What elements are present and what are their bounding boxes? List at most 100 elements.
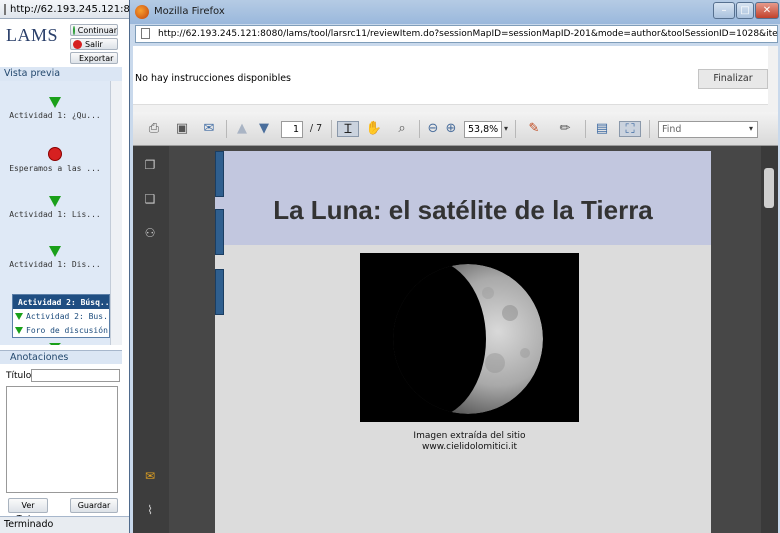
zoom-in-icon[interactable]: ⊕: [443, 121, 459, 137]
lams-url-text: http://62.193.245.121:808: [10, 3, 140, 15]
page-total: / 7: [309, 123, 323, 134]
fit-page-icon[interactable]: ⛶: [619, 121, 641, 137]
activity-arrow-icon: [15, 312, 23, 320]
popup-item[interactable]: Foro de discusión: [13, 323, 109, 337]
find-input[interactable]: Find: [658, 121, 758, 138]
sequence-activity-1[interactable]: Actividad 1: ¿Qu...: [0, 97, 110, 120]
activity-popup: Actividad 2: Búsq... Actividad 2: Bus...…: [12, 294, 110, 338]
zoom-level-input[interactable]: 53,8%: [464, 121, 502, 138]
pdf-toolbar: ⎙ ▣ ✉ ▲ ▼ 1 / 7 Ɪ ✋ ⌕ ⊖ ⊕ 53,8% ▾ ✎ ✏ ▤ …: [133, 112, 778, 146]
slide-title: La Luna: el satélite de la Tierra: [273, 195, 653, 225]
lams-address-bar[interactable]: http://62.193.245.121:808: [0, 0, 140, 19]
lams-window: http://62.193.245.121:808 LAMS Continuar…: [0, 0, 140, 533]
finish-button[interactable]: Finalizar: [698, 69, 768, 89]
sign-icon[interactable]: ✎: [523, 121, 545, 137]
moon-illustration: [360, 253, 579, 422]
paperclip-icon[interactable]: ⌇: [143, 503, 157, 517]
print-icon[interactable]: ⎙: [145, 121, 163, 137]
notes-header: Anotaciones: [0, 350, 122, 364]
continue-button[interactable]: Continuar: [70, 24, 118, 36]
pdf-side-panel: ❐ ❑ ⚇ ✉ ⌇: [133, 146, 169, 533]
email-icon[interactable]: ✉: [199, 121, 219, 137]
select-text-icon[interactable]: Ɪ: [337, 121, 359, 137]
exit-button[interactable]: Salir: [70, 38, 118, 50]
title-bar: Mozilla Firefox – □ ✕: [130, 0, 780, 24]
popup-item-label: Actividad 2: Bus...: [26, 311, 109, 321]
image-caption: Imagen extraída del sitio www.cielidolom…: [360, 431, 579, 453]
popup-item-label: Actividad 2: Búsq...: [18, 297, 109, 307]
find-dropdown-icon[interactable]: ▾: [746, 121, 756, 137]
minimize-button[interactable]: –: [713, 2, 735, 19]
popup-item-label: Foro de discusión: [26, 325, 108, 335]
sequence-activity-label: Actividad 1: ¿Qu...: [9, 111, 101, 120]
hand-tool-icon[interactable]: ✋: [365, 121, 383, 137]
caption-source-link: www.cielidolomitici.it: [422, 442, 517, 452]
attachments-panel-icon[interactable]: ⚇: [143, 226, 157, 240]
save-icon[interactable]: ▣: [173, 121, 191, 137]
address-bar[interactable]: http://62.193.245.121:8080/lams/tool/lar…: [135, 25, 778, 43]
exit-icon: [73, 39, 82, 49]
export-button[interactable]: Exportar: [70, 52, 118, 64]
pdf-page: La Luna: el satélite de la Tierra Imagen…: [215, 151, 711, 533]
sequence-scrollbar[interactable]: [110, 81, 122, 345]
slide-decoration: [215, 151, 224, 197]
scrollbar-thumb[interactable]: [764, 168, 774, 208]
popup-item[interactable]: Actividad 2: Bus...: [13, 309, 109, 323]
comments-icon[interactable]: ✉: [143, 469, 157, 483]
exit-label: Salir: [85, 39, 103, 49]
activity-arrow-icon: [49, 246, 61, 257]
zoom-out-icon[interactable]: ⊖: [425, 121, 441, 137]
pages-panel-icon[interactable]: ❐: [143, 158, 157, 172]
activity-arrow-icon: [49, 343, 61, 345]
address-url: http://62.193.245.121:8080/lams/tool/lar…: [158, 29, 778, 39]
sequence-activity-label: Actividad 1: Lis...: [9, 210, 101, 219]
page-icon: [141, 28, 150, 39]
fit-width-icon[interactable]: ▤: [593, 121, 611, 137]
toolbar-separator: [515, 120, 516, 138]
page-icon: [4, 3, 6, 15]
activity-arrow-icon: [49, 196, 61, 207]
firefox-logo-icon: [135, 5, 149, 19]
firefox-window: Mozilla Firefox – □ ✕ http://62.193.245.…: [129, 0, 780, 533]
vertical-scrollbar[interactable]: [768, 46, 778, 112]
next-page-icon[interactable]: ▼: [255, 121, 273, 137]
browser-content: No hay instrucciones disponibles Finaliz…: [133, 46, 778, 533]
notes-title-label: Título: [6, 371, 32, 381]
sequence-activity-label: Esperamos a las ...: [9, 164, 101, 173]
close-button[interactable]: ✕: [755, 2, 779, 19]
sequence-activity-3[interactable]: Actividad 1: Dis...: [0, 246, 110, 269]
popup-item-selected[interactable]: Actividad 2: Búsq...: [13, 295, 109, 309]
sequence-stop-point[interactable]: Esperamos a las ...: [0, 147, 110, 173]
window-title: Mozilla Firefox: [154, 6, 225, 17]
moon-image: [360, 253, 579, 422]
view-all-button[interactable]: Ver Todos: [8, 498, 48, 523]
status-bar: Terminado: [0, 516, 139, 533]
page-number-input[interactable]: 1: [281, 121, 303, 138]
pdf-scrollbar[interactable]: [761, 146, 778, 533]
slide-decoration: [215, 269, 224, 315]
notes-title-input[interactable]: [31, 369, 120, 382]
stop-icon: [48, 147, 62, 161]
maximize-button[interactable]: □: [736, 2, 754, 19]
bookmarks-panel-icon[interactable]: ❑: [143, 192, 157, 206]
previous-page-icon[interactable]: ▲: [233, 121, 251, 137]
notes-textarea[interactable]: [6, 386, 118, 493]
toolbar-separator: [419, 120, 420, 138]
toolbar-separator: [649, 120, 650, 138]
save-button[interactable]: Guardar: [70, 498, 118, 513]
slide-header: La Luna: el satélite de la Tierra: [215, 151, 711, 245]
instructions-text: No hay instrucciones disponibles: [135, 73, 292, 84]
sequence-activity-label: Actividad 1: Dis...: [9, 260, 101, 269]
continue-label: Continuar: [77, 25, 117, 35]
activity-arrow-icon: [15, 326, 23, 334]
sequence-activity-2[interactable]: Actividad 1: Lis...: [0, 196, 110, 219]
lams-logo: LAMS: [6, 25, 59, 45]
toolbar-separator: [331, 120, 332, 138]
zoom-dropdown-icon[interactable]: ▾: [502, 121, 510, 137]
pdf-viewer: ⎙ ▣ ✉ ▲ ▼ 1 / 7 Ɪ ✋ ⌕ ⊖ ⊕ 53,8% ▾ ✎ ✏ ▤ …: [133, 112, 778, 533]
highlight-icon[interactable]: ✏: [553, 121, 577, 137]
slide-decoration: [215, 209, 224, 255]
toolbar-separator: [226, 120, 227, 138]
lams-header: LAMS Continuar Salir Exportar: [0, 19, 122, 67]
marquee-zoom-icon[interactable]: ⌕: [393, 121, 411, 137]
